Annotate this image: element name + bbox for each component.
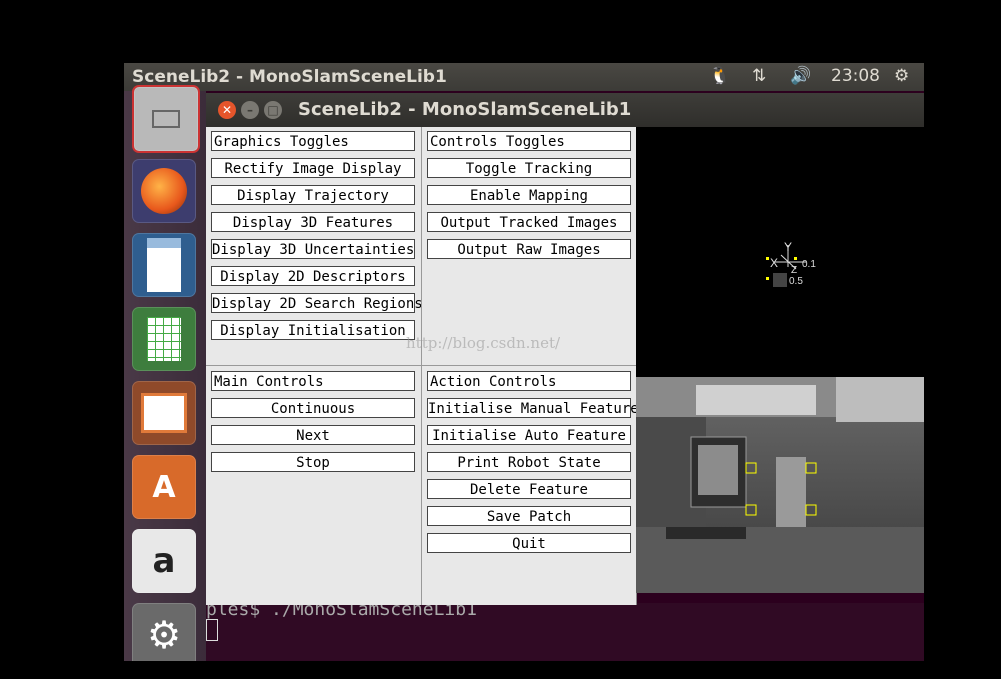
close-icon[interactable]: ✕	[218, 101, 236, 119]
continuous-button[interactable]: Continuous	[211, 398, 415, 418]
initialise-manual-feature-button[interactable]: Initialise Manual Feature	[427, 398, 639, 418]
quit-button[interactable]: Quit	[427, 533, 631, 553]
calc-icon[interactable]	[132, 307, 196, 371]
toggle-tracking-button[interactable]: Toggle Tracking	[427, 158, 631, 178]
terminal-cursor	[206, 619, 218, 641]
main-controls-header: Main Controls	[211, 371, 415, 391]
launcher: A a ⚙	[124, 85, 206, 661]
feature-label: 0.5	[789, 276, 803, 287]
axis-z-label: Z	[791, 265, 797, 276]
feature-point	[766, 277, 769, 280]
next-button[interactable]: Next	[211, 425, 415, 445]
tux-icon[interactable]: 🐧	[709, 66, 730, 86]
save-patch-button[interactable]: Save Patch	[427, 506, 631, 526]
volume-icon[interactable]: 🔊	[790, 66, 811, 86]
controls-toggles-header: Controls Toggles	[427, 131, 631, 151]
display-trajectory-button[interactable]: Display Trajectory	[211, 185, 415, 205]
papers-area	[836, 377, 924, 422]
feature-point	[766, 257, 769, 260]
rectify-image-display-button[interactable]: Rectify Image Display	[211, 158, 415, 178]
watermark: http://blog.csdn.net/	[406, 334, 561, 352]
output-tracked-images-button[interactable]: Output Tracked Images	[427, 212, 631, 232]
top-panel-title: SceneLib2 - MonoSlamSceneLib1	[132, 67, 447, 87]
camera-marker	[773, 273, 787, 287]
settings-icon[interactable]: ⚙	[132, 603, 196, 661]
display-3d-uncertainties-button[interactable]: Display 3D Uncertainties	[211, 239, 415, 259]
control-panel: Graphics Toggles Rectify Image Display D…	[206, 127, 639, 605]
print-robot-state-button[interactable]: Print Robot State	[427, 452, 631, 472]
display-2d-descriptors-button[interactable]: Display 2D Descriptors	[211, 266, 415, 286]
top-panel: SceneLib2 - MonoSlamSceneLib1 🐧 ⇅ 🔊 23:0…	[124, 63, 924, 91]
window-titlebar: ✕ – □ SceneLib2 - MonoSlamSceneLib1	[206, 93, 924, 127]
writer-icon[interactable]	[132, 233, 196, 297]
map-3d-view[interactable]: Y X 0.1 Z 0.5	[636, 127, 924, 377]
camera-image	[636, 377, 924, 593]
software-center-icon[interactable]: A	[132, 455, 196, 519]
network-icon[interactable]: ⇅	[752, 66, 766, 86]
monitor-screen	[698, 445, 738, 495]
map-3d-canvas: Y X 0.1 Z 0.5	[766, 240, 816, 287]
app-window: ✕ – □ SceneLib2 - MonoSlamSceneLib1 Grap…	[206, 93, 924, 605]
output-raw-images-button[interactable]: Output Raw Images	[427, 239, 631, 259]
action-controls-header: Action Controls	[427, 371, 631, 391]
stop-button[interactable]: Stop	[211, 452, 415, 472]
section-divider	[206, 365, 636, 366]
keyboard	[666, 527, 746, 539]
impress-icon[interactable]	[132, 381, 196, 445]
right-column: Controls Toggles Toggle Tracking Enable …	[421, 127, 639, 605]
camera-image-view[interactable]	[636, 377, 924, 593]
initialise-auto-feature-button[interactable]: Initialise Auto Feature	[427, 425, 631, 445]
amazon-icon[interactable]: a	[132, 529, 196, 593]
window-title: SceneLib2 - MonoSlamSceneLib1	[298, 99, 632, 120]
desktop-screen: SceneLib2 - MonoSlamSceneLib1 🐧 ⇅ 🔊 23:0…	[124, 63, 924, 661]
clock[interactable]: 23:08	[831, 66, 880, 86]
terminal[interactable]: ples$ ./MonoSlamSceneLib1	[206, 599, 924, 661]
display-2d-search-regions-button[interactable]: Display 2D Search Regions	[211, 293, 423, 313]
enable-mapping-button[interactable]: Enable Mapping	[427, 185, 631, 205]
display-initialisation-button[interactable]: Display Initialisation	[211, 320, 415, 340]
axis-x-label: X	[770, 256, 778, 270]
minimize-icon[interactable]: –	[241, 101, 259, 119]
gear-icon[interactable]: ⚙	[894, 66, 909, 86]
firefox-icon[interactable]	[132, 159, 196, 223]
launcher-files-icon[interactable]	[132, 85, 200, 153]
feature-label: 0.1	[802, 259, 816, 270]
left-column: Graphics Toggles Rectify Image Display D…	[206, 127, 423, 605]
maximize-icon[interactable]: □	[264, 101, 282, 119]
books-area	[696, 385, 816, 415]
axis-y-label: Y	[784, 240, 792, 254]
delete-feature-button[interactable]: Delete Feature	[427, 479, 631, 499]
graphics-toggles-header: Graphics Toggles	[211, 131, 415, 151]
feature-point	[794, 257, 797, 260]
display-3d-features-button[interactable]: Display 3D Features	[211, 212, 415, 232]
